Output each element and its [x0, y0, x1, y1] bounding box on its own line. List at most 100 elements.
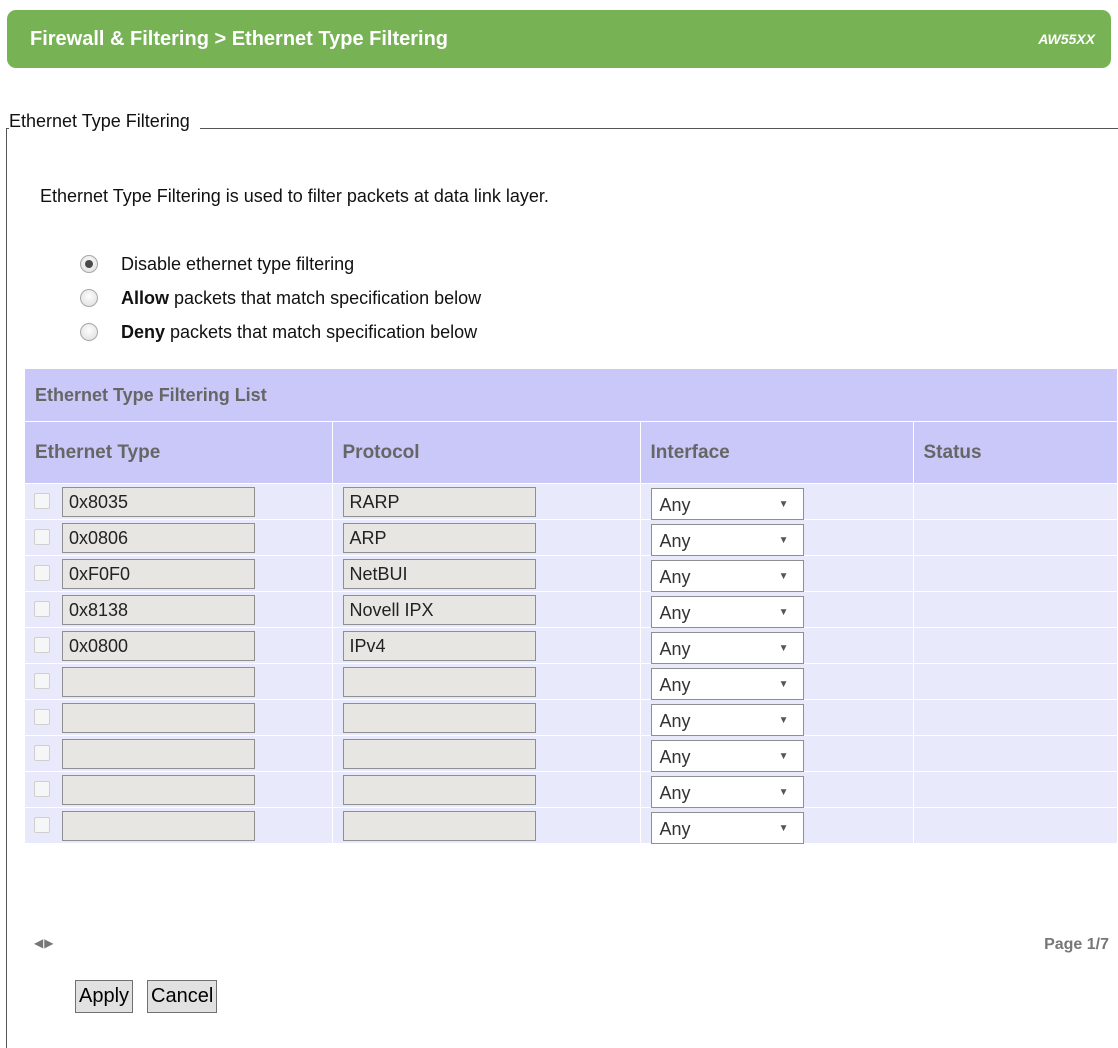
ethernet-type-input[interactable]	[62, 811, 255, 841]
row-select-checkbox[interactable]	[34, 781, 50, 797]
apply-button[interactable]: Apply	[75, 980, 134, 1013]
radio-button[interactable]	[80, 289, 98, 307]
dropdown-arrow-icon: ▼	[778, 571, 789, 582]
column-header-status: Status	[913, 421, 1118, 484]
ethernet-type-input[interactable]	[62, 667, 255, 697]
radio-disable-filtering[interactable]: Disable ethernet type filtering	[80, 253, 354, 275]
interface-select-value: Any	[659, 711, 691, 731]
table-row: Any ▼	[25, 699, 1118, 736]
ethernet-type-input[interactable]: 0x0806	[62, 523, 255, 553]
protocol-input[interactable]	[342, 703, 536, 733]
dropdown-arrow-icon: ▼	[778, 679, 789, 690]
page-header: Firewall & Filtering > Ethernet Type Fil…	[7, 10, 1111, 68]
status-cell	[913, 807, 1118, 843]
dropdown-arrow-icon: ▼	[778, 499, 789, 510]
table-title: Ethernet Type Filtering List	[25, 369, 1118, 422]
table-row: 0x8138 Novell IPX Any ▼	[25, 591, 1118, 628]
table-row: 0xF0F0 NetBUI Any ▼	[25, 555, 1118, 592]
interface-select-value: Any	[659, 531, 691, 551]
radio-label: Disable ethernet type filtering	[121, 253, 355, 274]
status-cell	[913, 627, 1118, 664]
dropdown-arrow-icon: ▼	[778, 607, 789, 618]
protocol-input[interactable]: Novell IPX	[342, 595, 536, 625]
dropdown-arrow-icon: ▼	[778, 715, 789, 726]
interface-select[interactable]: Any ▼	[650, 812, 804, 844]
interface-select[interactable]: Any ▼	[650, 560, 804, 592]
dropdown-arrow-icon: ▼	[778, 535, 789, 546]
ethernet-type-input[interactable]: 0x8035	[62, 487, 255, 517]
row-select-checkbox[interactable]	[34, 601, 50, 617]
ethernet-type-input[interactable]	[62, 739, 255, 769]
interface-select-value: Any	[659, 495, 691, 515]
section-description: Ethernet Type Filtering is used to filte…	[40, 186, 549, 206]
protocol-input[interactable]	[342, 739, 536, 769]
table-row: Any ▼	[25, 735, 1118, 772]
interface-select-value: Any	[659, 567, 691, 587]
interface-select[interactable]: Any ▼	[650, 704, 804, 736]
ethernet-type-input[interactable]	[62, 775, 255, 805]
ethernet-type-input[interactable]: 0x0800	[62, 631, 255, 661]
interface-select[interactable]: Any ▼	[650, 740, 804, 772]
ethernet-type-input[interactable]: 0x8138	[62, 595, 255, 625]
row-select-checkbox[interactable]	[34, 745, 50, 761]
protocol-input[interactable]: NetBUI	[342, 559, 536, 589]
column-header-ethernet-type: Ethernet Type	[25, 421, 333, 484]
protocol-input[interactable]	[342, 775, 536, 805]
table-row: 0x0800 IPv4 Any ▼	[25, 627, 1118, 664]
interface-select[interactable]: Any ▼	[650, 632, 804, 664]
status-cell	[913, 771, 1118, 808]
dropdown-arrow-icon: ▼	[778, 823, 789, 834]
ethernet-type-input[interactable]: 0xF0F0	[62, 559, 255, 589]
fieldset-legend: Ethernet Type Filtering	[9, 108, 200, 134]
radio-deny-packets[interactable]: Deny packets that match specification be…	[80, 321, 477, 343]
interface-select-value: Any	[659, 603, 691, 623]
pagination-arrows-icon[interactable]: ◀▶	[34, 936, 54, 950]
page-indicator: Page 1/7	[1044, 936, 1109, 953]
interface-select-value: Any	[659, 639, 691, 659]
protocol-input[interactable]	[342, 811, 536, 841]
filtering-list-table: Ethernet Type Filtering List Ethernet Ty…	[25, 369, 1118, 844]
interface-select[interactable]: Any ▼	[650, 776, 804, 808]
row-select-checkbox[interactable]	[34, 529, 50, 545]
status-cell	[913, 699, 1118, 736]
status-cell	[913, 519, 1118, 556]
protocol-input[interactable]: RARP	[342, 487, 536, 517]
status-cell	[913, 555, 1118, 592]
radio-button[interactable]	[80, 323, 98, 341]
protocol-input[interactable]: ARP	[342, 523, 536, 553]
interface-select[interactable]: Any ▼	[650, 488, 804, 520]
radio-button[interactable]	[80, 255, 98, 273]
row-select-checkbox[interactable]	[34, 709, 50, 725]
status-cell	[913, 735, 1118, 772]
row-select-checkbox[interactable]	[34, 565, 50, 581]
radio-allow-packets[interactable]: Allow packets that match specification b…	[80, 287, 481, 309]
device-model: AW55XX	[1038, 31, 1095, 47]
protocol-input[interactable]	[342, 667, 536, 697]
interface-select-value: Any	[659, 675, 691, 695]
ethernet-type-input[interactable]	[62, 703, 255, 733]
table-row: Any ▼	[25, 771, 1118, 808]
row-select-checkbox[interactable]	[34, 817, 50, 833]
status-cell	[913, 663, 1118, 700]
protocol-input[interactable]: IPv4	[342, 631, 536, 661]
interface-select-value: Any	[659, 819, 691, 839]
table-row: 0x8035 RARP Any ▼	[25, 483, 1118, 520]
dropdown-arrow-icon: ▼	[778, 751, 789, 762]
cancel-button[interactable]: Cancel	[147, 980, 218, 1013]
interface-select[interactable]: Any ▼	[650, 596, 804, 628]
radio-label: packets that match specification below	[165, 321, 478, 342]
dropdown-arrow-icon: ▼	[778, 643, 789, 654]
column-header-interface: Interface	[640, 421, 914, 484]
column-header-protocol: Protocol	[332, 421, 641, 484]
row-select-checkbox[interactable]	[34, 637, 50, 653]
row-select-checkbox[interactable]	[34, 493, 50, 509]
table-row: Any ▼	[25, 663, 1118, 700]
interface-select[interactable]: Any ▼	[650, 668, 804, 700]
radio-label: packets that match specification below	[169, 287, 482, 308]
status-cell	[913, 483, 1118, 520]
row-select-checkbox[interactable]	[34, 673, 50, 689]
status-cell	[913, 591, 1118, 628]
dropdown-arrow-icon: ▼	[778, 787, 789, 798]
table-row: Any ▼	[25, 807, 1118, 844]
interface-select[interactable]: Any ▼	[650, 524, 804, 556]
